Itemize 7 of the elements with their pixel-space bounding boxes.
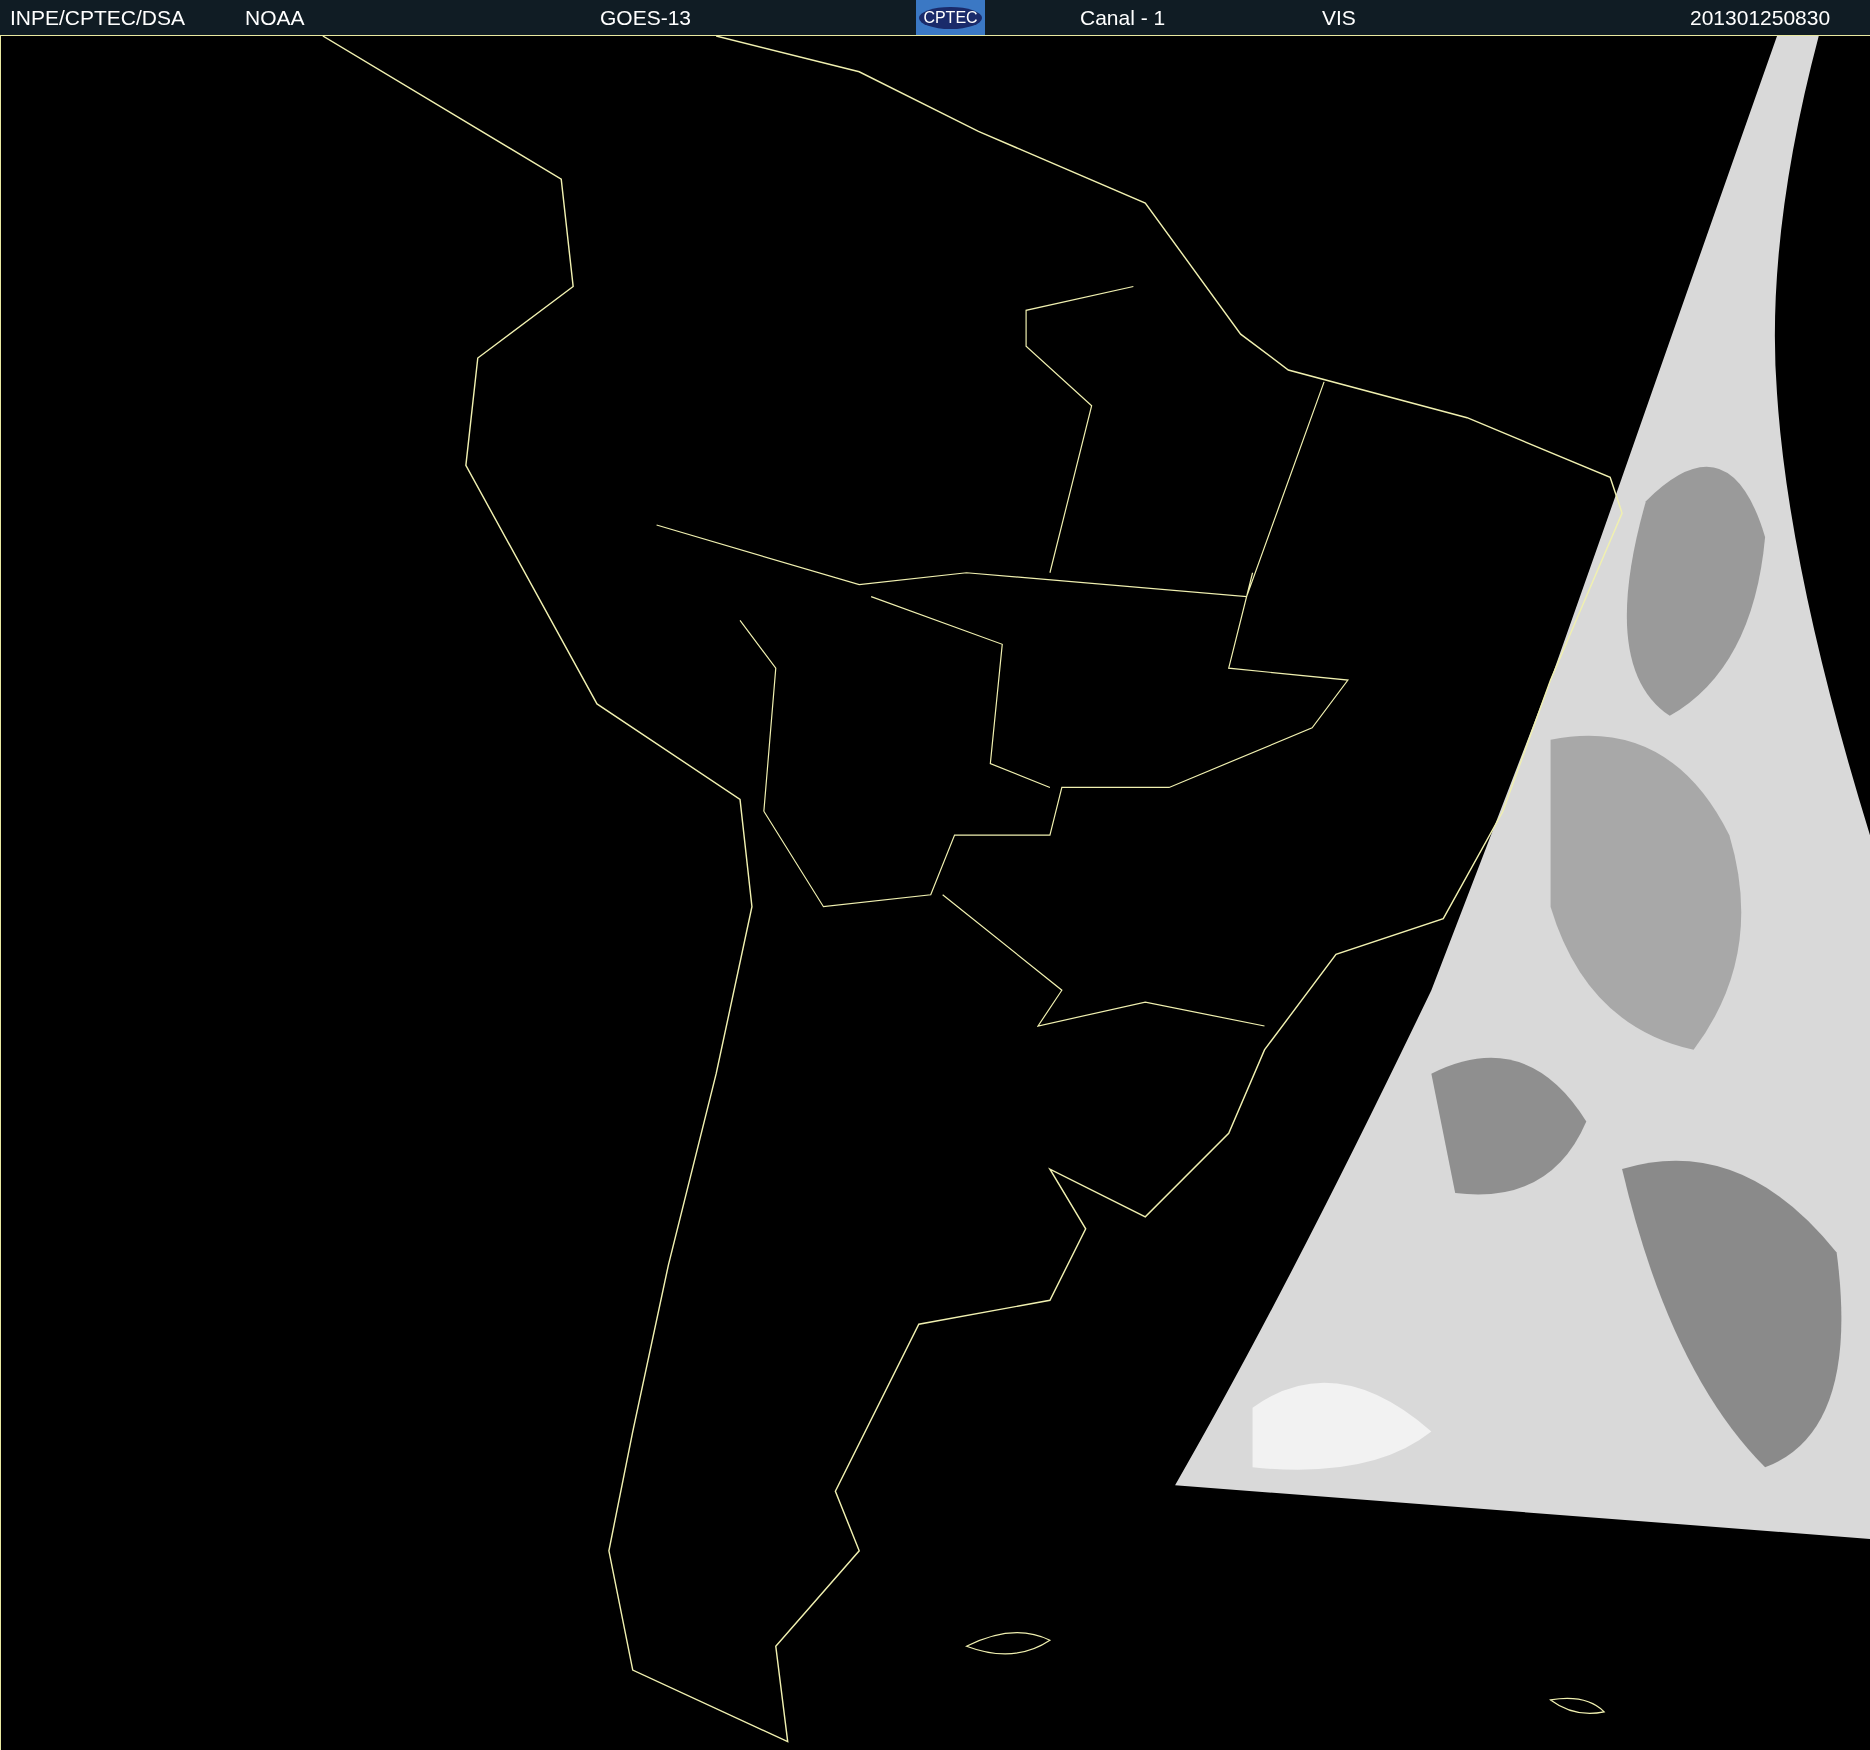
timestamp-label: 201301250830: [1690, 6, 1831, 30]
channel-label: Canal - 1: [1080, 6, 1166, 30]
source-label: INPE/CPTEC/DSA: [10, 6, 186, 30]
satellite-label: GOES-13: [600, 6, 692, 30]
logo: CPTEC: [916, 0, 985, 35]
band-label: VIS: [1322, 6, 1356, 30]
agency-label: NOAA: [245, 6, 305, 30]
